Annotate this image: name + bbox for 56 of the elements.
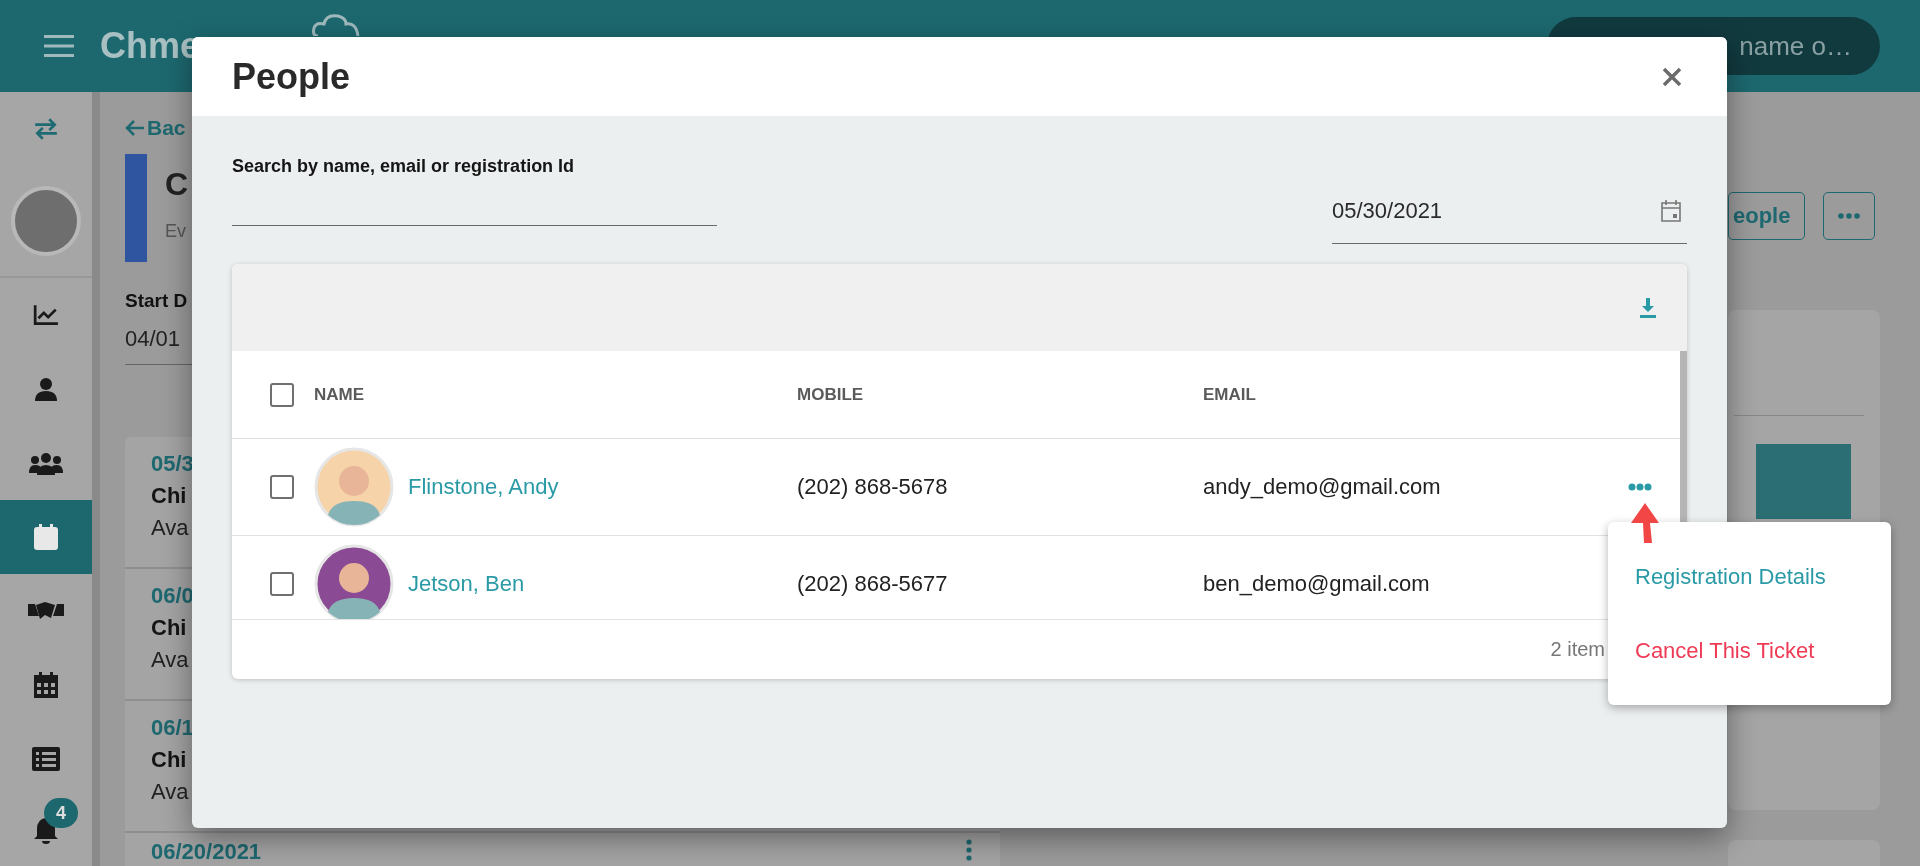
calendar-grid-icon	[34, 672, 58, 698]
list-icon	[32, 747, 60, 771]
back-link[interactable]: Bac	[125, 116, 1025, 140]
event-status: Ava	[151, 779, 189, 805]
column-header[interactable]: EMAIL	[1203, 384, 1680, 405]
person-icon	[34, 377, 58, 401]
event-card[interactable]: 06/20/2021	[125, 833, 1000, 866]
menu-item[interactable]: Cancel This Ticket	[1635, 637, 1891, 664]
start-date-label: Start D	[125, 290, 189, 312]
event-date: 06/1	[151, 715, 194, 741]
table-cell: ben_demo@gmail.com	[1203, 571, 1430, 597]
menu-item[interactable]: Registration Details	[1635, 563, 1891, 590]
event-name: Chi	[151, 615, 187, 641]
calendar-icon[interactable]	[1661, 199, 1681, 222]
event-subtitle: Ev	[165, 221, 187, 242]
ellipsis-icon	[1838, 213, 1861, 219]
cloud-icon	[312, 14, 362, 36]
event-date: 05/3	[151, 451, 194, 477]
ellipsis-icon[interactable]	[1628, 483, 1652, 491]
event-status: Ava	[151, 647, 189, 673]
menu-icon[interactable]	[44, 34, 74, 58]
people-button[interactable]: eople	[1728, 192, 1806, 240]
item-count: 2 item	[1550, 638, 1605, 661]
sidebar-item[interactable]: 4	[0, 796, 92, 866]
event-name: Chi	[151, 747, 187, 773]
back-text: Bac	[147, 116, 186, 140]
row-checkbox[interactable]	[270, 475, 294, 499]
search-label: Search by name, email or registration Id	[232, 156, 576, 177]
event-status: Ava	[151, 515, 189, 541]
person-name-link[interactable]: Flinstone, Andy	[408, 474, 559, 500]
back-arrow-icon	[125, 118, 145, 138]
table-cell-text: (202) 868-5677	[797, 571, 949, 597]
calendar-icon	[34, 524, 58, 550]
handshake-icon	[28, 600, 64, 622]
pointer-arrow	[1630, 503, 1660, 545]
notification-badge: 4	[44, 798, 78, 828]
table-cell-text: (202) 868-5678	[797, 474, 949, 500]
column-header[interactable]: NAME	[314, 384, 797, 405]
select-all-checkbox[interactable]	[270, 382, 294, 407]
table-cell: andy_demo@gmail.com	[1203, 474, 1441, 500]
download-icon[interactable]	[1639, 297, 1657, 318]
close-icon[interactable]	[1662, 66, 1682, 87]
sidebar-item[interactable]	[0, 500, 92, 574]
event-name: Chi	[151, 483, 187, 509]
event-date: 06/20/2021	[151, 839, 262, 865]
swap-icon	[33, 118, 59, 140]
chart-icon	[33, 304, 59, 326]
date-field[interactable]: 05/30/2021	[1332, 178, 1687, 244]
row-checkbox[interactable]	[270, 572, 294, 596]
kebab-icon[interactable]	[966, 839, 972, 861]
person-name-link[interactable]: Jetson, Ben	[408, 571, 525, 597]
dialog-title: People	[232, 55, 351, 98]
group-icon	[29, 451, 63, 475]
event-title: C	[165, 166, 189, 203]
column-header[interactable]: MOBILE	[797, 384, 1203, 405]
event-date: 06/0	[151, 583, 194, 609]
